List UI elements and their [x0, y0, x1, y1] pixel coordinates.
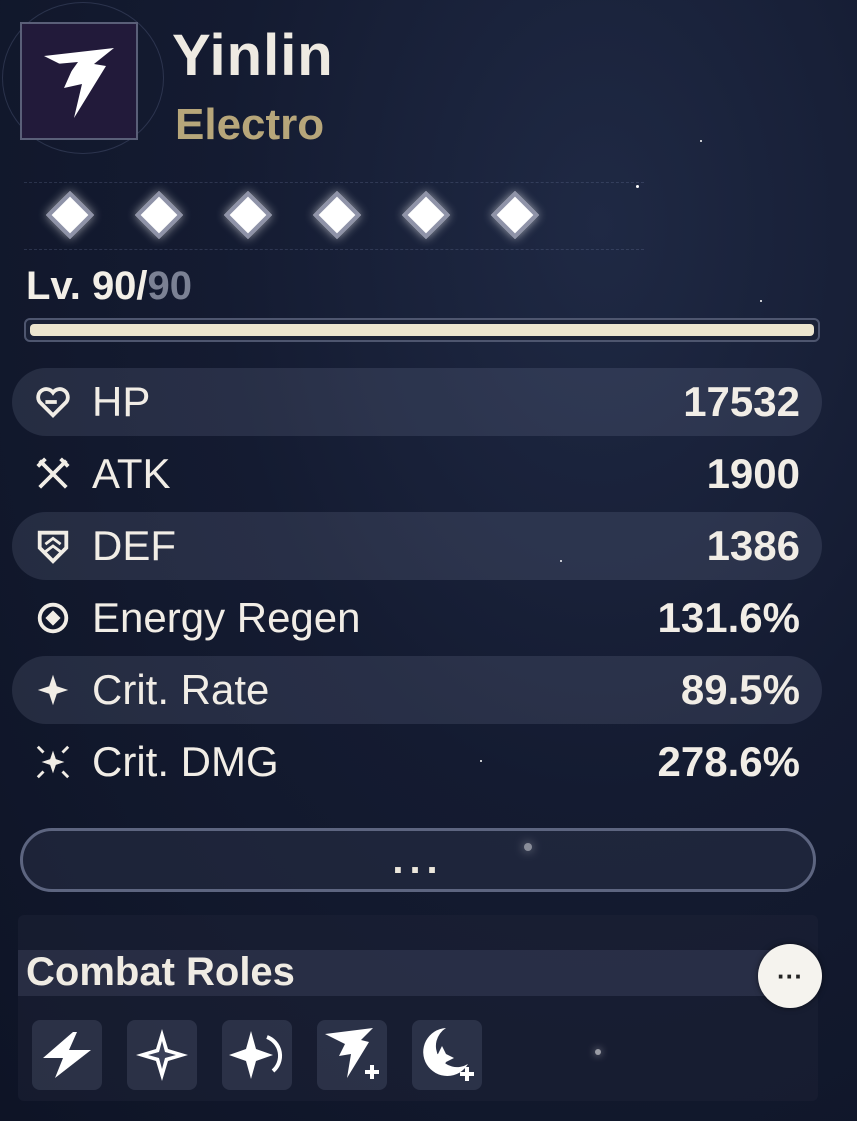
stat-row-crit-dmg: Crit. DMG 278.6% — [12, 728, 822, 796]
character-element: Electro — [175, 100, 325, 149]
stat-value: 131.6% — [657, 594, 800, 641]
level-current: Lv. 90/ — [26, 264, 148, 308]
multi-sparkle-icon — [32, 741, 74, 783]
level-progress-fill — [30, 324, 814, 336]
combat-roles-list — [32, 1020, 482, 1090]
character-header: Yinlin Electro — [0, 0, 857, 170]
diamond-icon — [134, 190, 184, 240]
level-max: 90 — [147, 264, 193, 308]
crossed-swords-icon — [32, 453, 74, 495]
combat-roles-title: Combat Roles — [26, 950, 295, 994]
combat-roles-info-button[interactable]: ··· — [758, 944, 822, 1008]
character-name: Yinlin — [172, 23, 334, 88]
shield-icon — [32, 525, 74, 567]
more-details-button[interactable]: ... — [20, 828, 816, 892]
electro-plus-icon[interactable] — [317, 1020, 387, 1090]
stat-row-def: DEF 1386 — [12, 512, 822, 580]
constellation-row — [45, 190, 540, 241]
stat-value: 89.5% — [680, 666, 800, 713]
four-point-star-icon[interactable] — [127, 1020, 197, 1090]
stat-value: 1386 — [706, 522, 800, 569]
constellation-node[interactable] — [134, 190, 184, 240]
star-swirl-icon[interactable] — [222, 1020, 292, 1090]
stat-row-crit-rate: Crit. Rate 89.5% — [12, 656, 822, 724]
diamond-icon — [490, 190, 540, 240]
diamond-icon — [223, 190, 273, 240]
stat-label: Crit. DMG — [92, 738, 279, 785]
electro-emblem-icon — [20, 22, 138, 140]
stat-label: DEF — [92, 522, 176, 569]
lightning-bolt-icon[interactable] — [32, 1020, 102, 1090]
level-display: Lv. 90/90 — [26, 264, 192, 309]
heart-icon — [32, 381, 74, 423]
stat-value: 1900 — [706, 450, 800, 497]
stat-row-hp: HP 17532 — [12, 368, 822, 436]
stat-value: 17532 — [683, 378, 800, 425]
constellation-node[interactable] — [490, 190, 540, 240]
stat-row-energy-regen: Energy Regen 131.6% — [12, 584, 822, 652]
constellation-node[interactable] — [312, 190, 362, 240]
energy-regen-icon — [32, 597, 74, 639]
constellation-node[interactable] — [45, 190, 95, 240]
stat-value: 278.6% — [657, 738, 800, 785]
crescent-plus-icon[interactable] — [412, 1020, 482, 1090]
constellation-node[interactable] — [401, 190, 451, 240]
stat-label: Energy Regen — [92, 594, 361, 641]
stat-row-atk: ATK 1900 — [12, 440, 822, 508]
sparkle-icon — [32, 669, 74, 711]
stat-label: Crit. Rate — [92, 666, 270, 713]
stats-list: HP 17532 ATK 1900 DEF 1386 Energy Regen … — [12, 368, 822, 800]
constellation-node[interactable] — [223, 190, 273, 240]
diamond-icon — [401, 190, 451, 240]
diamond-icon — [312, 190, 362, 240]
level-progress-bar — [24, 318, 820, 342]
star-decoration — [760, 300, 762, 302]
stat-label: ATK — [92, 450, 171, 497]
diamond-icon — [45, 190, 95, 240]
stat-label: HP — [92, 378, 151, 425]
